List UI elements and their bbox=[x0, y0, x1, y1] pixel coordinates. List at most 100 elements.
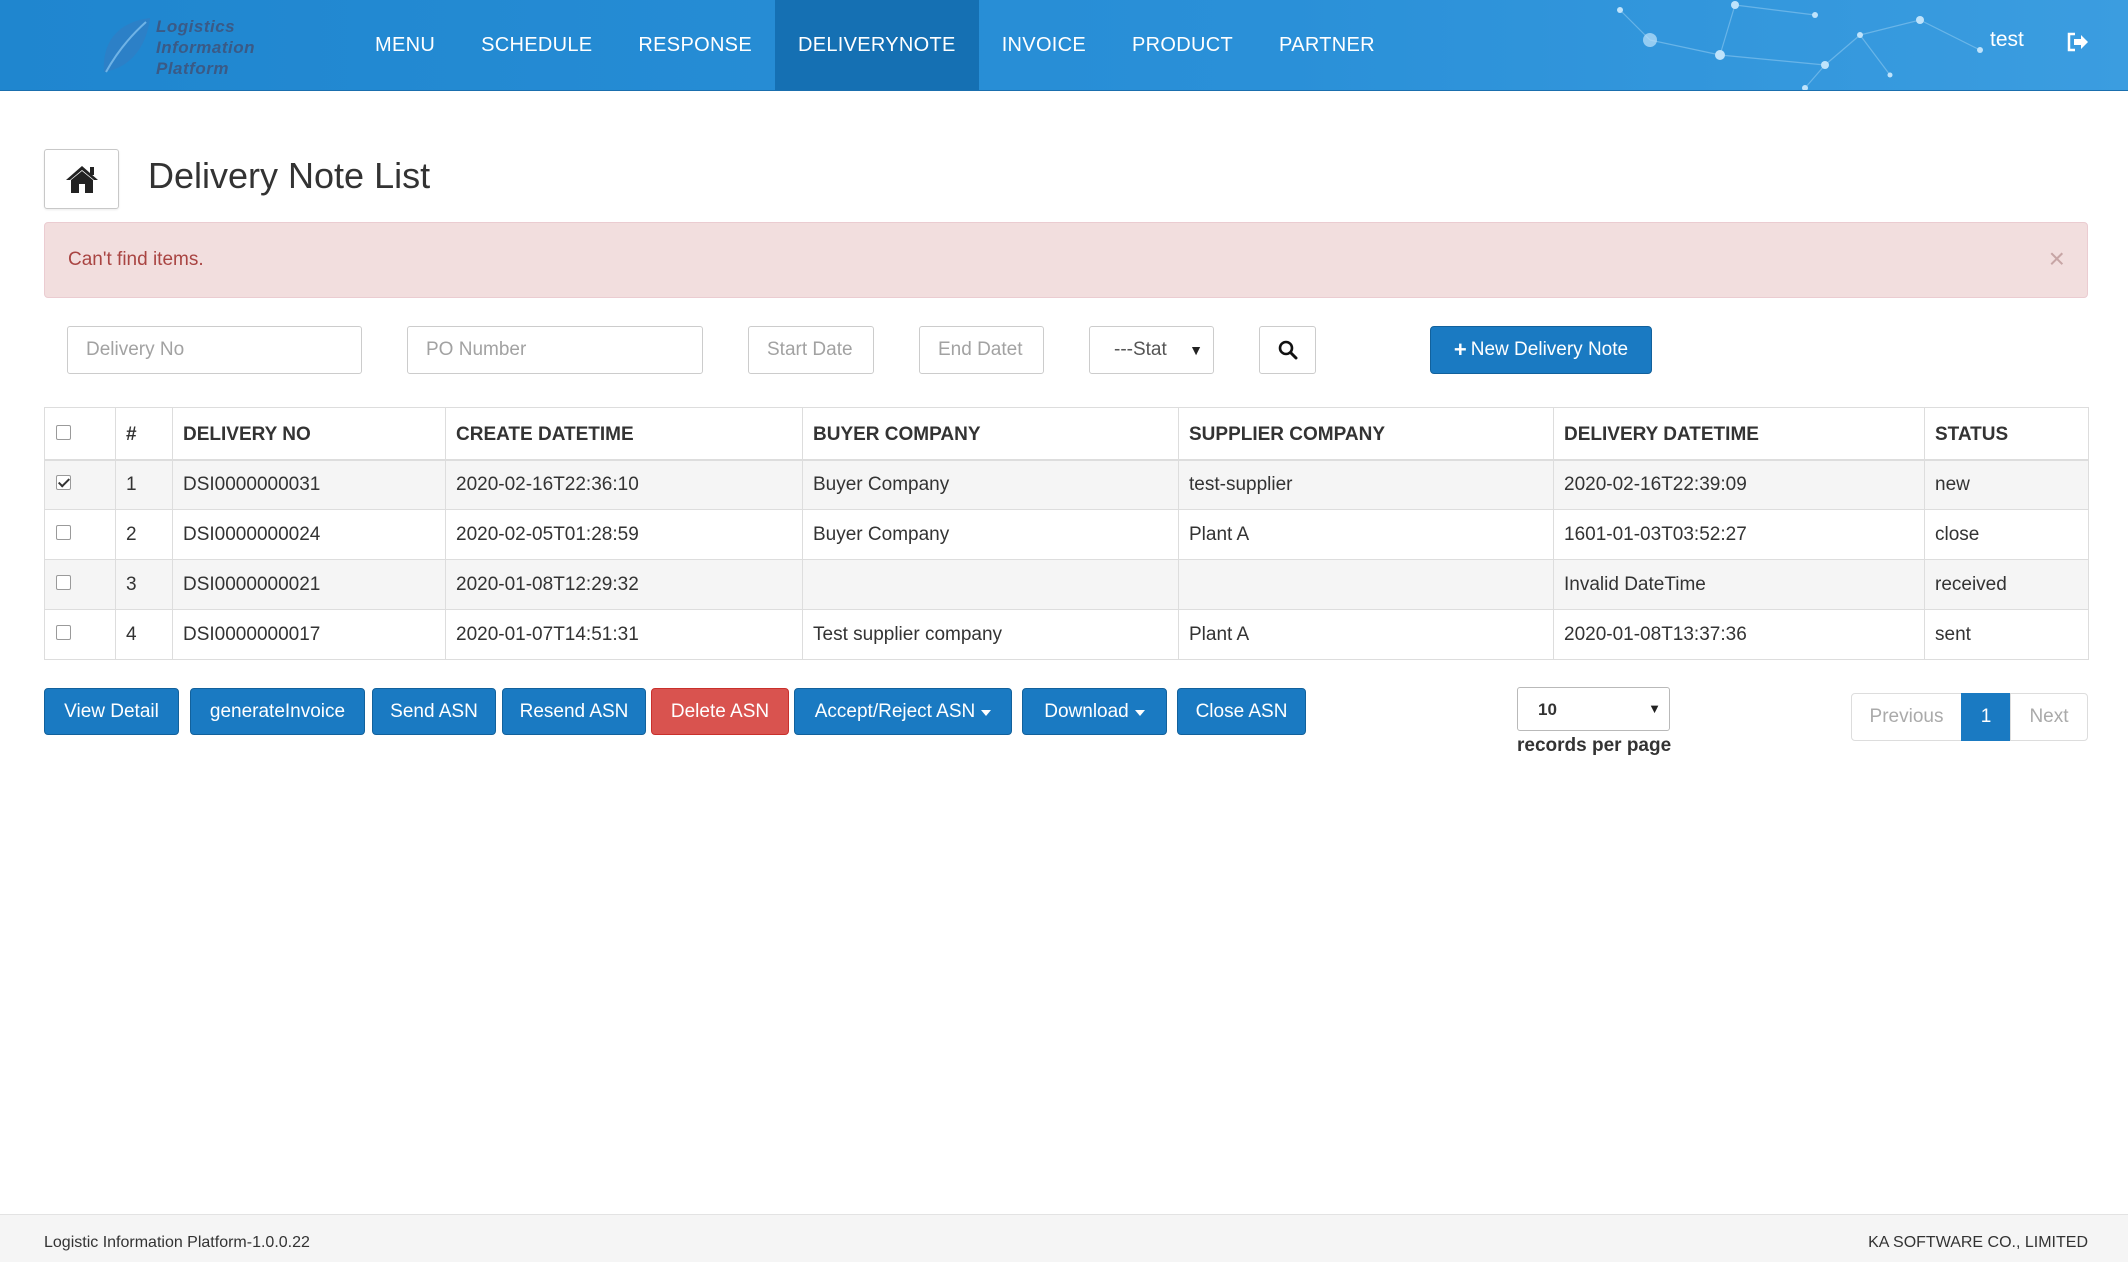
home-icon bbox=[65, 166, 98, 193]
nav-menu: MENU SCHEDULE RESPONSE DELIVERYNOTE INVO… bbox=[352, 0, 1398, 90]
logo-line-2: Information bbox=[156, 38, 255, 57]
download-button[interactable]: Download bbox=[1022, 688, 1167, 735]
cell-delivery-datetime: Invalid DateTime bbox=[1553, 559, 1925, 610]
error-alert: Can't find items. × bbox=[44, 222, 2088, 298]
caret-down-icon bbox=[1134, 710, 1145, 716]
cell-index: 4 bbox=[115, 609, 173, 660]
row-checkbox[interactable] bbox=[56, 524, 71, 540]
network-decoration bbox=[1617, 1, 1983, 90]
app-logo[interactable]: Logistics Information Platform bbox=[98, 14, 278, 78]
next-page-button[interactable]: Next bbox=[2010, 693, 2088, 741]
previous-page-button[interactable]: Previous bbox=[1851, 693, 1962, 741]
search-button[interactable] bbox=[1259, 326, 1316, 374]
user-name[interactable]: test bbox=[1990, 28, 2024, 52]
footer: Logistic Information Platform-1.0.0.22 K… bbox=[0, 1214, 2128, 1262]
row-select-cell bbox=[44, 559, 116, 610]
nav-item-response[interactable]: RESPONSE bbox=[615, 0, 775, 90]
delivery-note-table: # DELIVERY NO CREATE DATETIME BUYER COMP… bbox=[44, 407, 2089, 660]
logo-line-3: Platform bbox=[156, 59, 229, 78]
table-row[interactable]: 4 DSI0000000017 2020-01-07T14:51:31 Test… bbox=[44, 609, 2089, 660]
row-checkbox[interactable] bbox=[56, 624, 71, 640]
cell-status: close bbox=[1924, 509, 2089, 560]
col-header-supplier-company[interactable]: SUPPLIER COMPANY bbox=[1178, 407, 1554, 460]
start-date-input[interactable] bbox=[748, 326, 874, 374]
send-asn-button[interactable]: Send ASN bbox=[372, 688, 496, 735]
cell-index: 3 bbox=[115, 559, 173, 610]
cell-create-datetime: 2020-02-16T22:36:10 bbox=[445, 459, 803, 510]
cell-create-datetime: 2020-01-07T14:51:31 bbox=[445, 609, 803, 660]
chevron-down-icon: ▼ bbox=[1648, 701, 1661, 716]
new-delivery-note-button[interactable]: + New Delivery Note bbox=[1430, 326, 1652, 374]
logo-text: Logistics Information Platform bbox=[156, 16, 286, 79]
cell-buyer-company: Buyer Company bbox=[802, 459, 1179, 510]
sign-out-icon[interactable] bbox=[2066, 31, 2090, 53]
nav-item-menu[interactable]: MENU bbox=[352, 0, 458, 90]
cell-supplier-company: test-supplier bbox=[1178, 459, 1554, 510]
status-select[interactable]: ---Stat ▼ bbox=[1089, 326, 1214, 374]
page-1-button[interactable]: 1 bbox=[1961, 693, 2011, 741]
footer-version: Logistic Information Platform-1.0.0.22 bbox=[44, 1234, 310, 1251]
col-header-status[interactable]: STATUS bbox=[1924, 407, 2089, 460]
cell-delivery-datetime: 1601-01-03T03:52:27 bbox=[1553, 509, 1925, 560]
table-row[interactable]: 2 DSI0000000024 2020-02-05T01:28:59 Buye… bbox=[44, 509, 2089, 560]
nav-item-deliverynote[interactable]: DELIVERYNOTE bbox=[774, 0, 979, 90]
new-delivery-note-label: New Delivery Note bbox=[1470, 339, 1629, 360]
nav-item-schedule[interactable]: SCHEDULE bbox=[458, 0, 615, 90]
table-row[interactable]: 1 DSI0000000031 2020-02-16T22:36:10 Buye… bbox=[44, 459, 2089, 510]
cell-supplier-company: Plant A bbox=[1178, 509, 1554, 560]
cell-buyer-company bbox=[802, 559, 1179, 610]
col-header-delivery-no[interactable]: DELIVERY NO bbox=[172, 407, 446, 460]
row-select-cell bbox=[44, 609, 116, 660]
select-all-checkbox[interactable] bbox=[56, 425, 71, 441]
page-title: Delivery Note List bbox=[148, 155, 431, 196]
col-header-create-datetime[interactable]: CREATE DATETIME bbox=[445, 407, 803, 460]
accept-reject-asn-button[interactable]: Accept/Reject ASN bbox=[794, 688, 1012, 735]
delete-asn-button[interactable]: Delete ASN bbox=[651, 688, 789, 735]
home-button[interactable] bbox=[44, 149, 119, 209]
cell-delivery-no: DSI0000000024 bbox=[172, 509, 446, 560]
status-select-value: ---Stat bbox=[1114, 339, 1167, 360]
logo-line-1: Logistics bbox=[156, 17, 236, 36]
row-checkbox[interactable] bbox=[56, 474, 71, 490]
download-label: Download bbox=[1044, 700, 1129, 722]
table-header-row: # DELIVERY NO CREATE DATETIME BUYER COMP… bbox=[44, 407, 2089, 460]
close-asn-button[interactable]: Close ASN bbox=[1177, 688, 1306, 735]
cell-status: new bbox=[1924, 459, 2089, 510]
page-size-select[interactable]: 10 ▼ bbox=[1517, 687, 1670, 731]
table-row[interactable]: 3 DSI0000000021 2020-01-08T12:29:32 Inva… bbox=[44, 559, 2089, 610]
cell-buyer-company: Buyer Company bbox=[802, 509, 1179, 560]
nav-item-partner[interactable]: PARTNER bbox=[1256, 0, 1398, 90]
close-icon[interactable]: × bbox=[2049, 245, 2065, 273]
row-checkbox[interactable] bbox=[56, 574, 71, 590]
accept-reject-asn-label: Accept/Reject ASN bbox=[814, 700, 976, 722]
col-header-index: # bbox=[115, 407, 173, 460]
cell-index: 2 bbox=[115, 509, 173, 560]
plus-icon: + bbox=[1453, 337, 1467, 362]
cell-supplier-company bbox=[1178, 559, 1554, 610]
row-select-cell bbox=[44, 459, 116, 510]
cell-delivery-no: DSI0000000031 bbox=[172, 459, 446, 510]
cell-index: 1 bbox=[115, 459, 173, 510]
col-header-buyer-company[interactable]: BUYER COMPANY bbox=[802, 407, 1179, 460]
nav-item-invoice[interactable]: INVOICE bbox=[979, 0, 1109, 90]
cell-delivery-datetime: 2020-02-16T22:39:09 bbox=[1553, 459, 1925, 510]
cell-delivery-no: DSI0000000017 bbox=[172, 609, 446, 660]
cell-status: sent bbox=[1924, 609, 2089, 660]
cell-delivery-datetime: 2020-01-08T13:37:36 bbox=[1553, 609, 1925, 660]
col-header-delivery-datetime[interactable]: DELIVERY DATETIME bbox=[1553, 407, 1925, 460]
po-number-input[interactable] bbox=[407, 326, 703, 374]
search-icon bbox=[1278, 340, 1297, 360]
pagination: Previous 1 Next bbox=[1851, 693, 2088, 741]
nav-item-product[interactable]: PRODUCT bbox=[1109, 0, 1256, 90]
end-date-input[interactable] bbox=[919, 326, 1044, 374]
page-size-label: records per page bbox=[1517, 735, 1672, 756]
view-detail-button[interactable]: View Detail bbox=[44, 688, 179, 735]
generate-invoice-button[interactable]: generateInvoice bbox=[190, 688, 365, 735]
caret-down-icon bbox=[981, 710, 992, 716]
delivery-no-input[interactable] bbox=[67, 326, 362, 374]
top-navbar: Logistics Information Platform MENU SCHE… bbox=[0, 0, 2128, 91]
alert-message: Can't find items. bbox=[68, 249, 204, 270]
resend-asn-button[interactable]: Resend ASN bbox=[502, 688, 646, 735]
cell-status: received bbox=[1924, 559, 2089, 610]
chevron-down-icon: ▼ bbox=[1189, 342, 1203, 358]
